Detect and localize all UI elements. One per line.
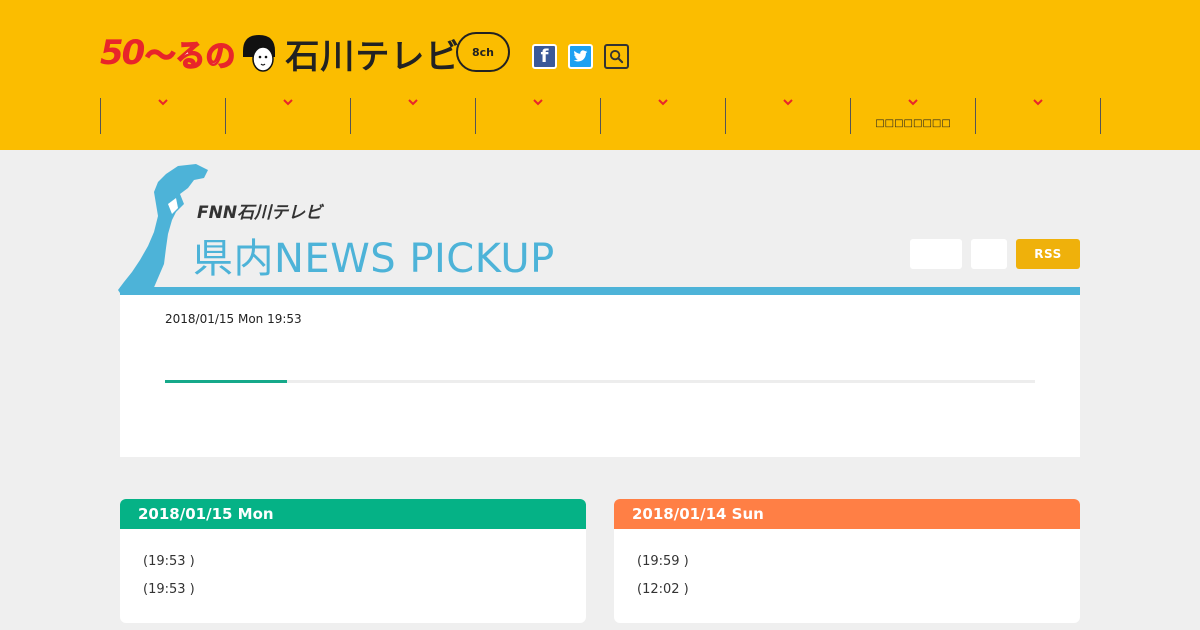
- mascot-icon: [239, 33, 279, 73]
- chevron-down-icon: [533, 98, 543, 108]
- chevron-down-icon: [908, 98, 918, 108]
- chevron-down-icon: [658, 98, 668, 108]
- fnn-brand: FNN石川テレビ: [197, 203, 323, 223]
- share-button-2[interactable]: [971, 239, 1007, 269]
- page-title: 県内NEWS PICKUP: [193, 236, 555, 282]
- date-card-2: 2018/01/14 Sun (19:59 ) (12:02 ): [614, 499, 1080, 623]
- rss-button[interactable]: RSS: [1016, 239, 1080, 269]
- date-card-header: 2018/01/15 Mon: [120, 499, 586, 529]
- facebook-icon[interactable]: f: [532, 44, 557, 69]
- nav-item-3[interactable]: [350, 98, 475, 134]
- logo-channel: 8ch: [456, 32, 510, 72]
- nav-item-1[interactable]: [100, 98, 225, 134]
- pickup-datetime: 2018/01/15 Mon 19:53: [165, 312, 302, 326]
- chevron-down-icon: [158, 98, 168, 108]
- site-header: 50 〜るの 石川テレビ 8ch f □□□□□□□□: [0, 0, 1200, 150]
- chevron-down-icon: [1033, 98, 1043, 108]
- nav-item-5[interactable]: [600, 98, 725, 134]
- chevron-down-icon: [783, 98, 793, 108]
- news-item[interactable]: (12:02 ): [637, 582, 689, 597]
- nav-item-4[interactable]: [475, 98, 600, 134]
- twitter-icon[interactable]: [568, 44, 593, 69]
- logo-station: 石川テレビ: [285, 36, 461, 77]
- pickup-slider: 2018/01/15 Mon 19:53: [120, 295, 1080, 457]
- main-nav: □□□□□□□□: [100, 98, 1101, 134]
- site-logo[interactable]: 50 〜るの 石川テレビ 8ch: [100, 30, 510, 77]
- nav-item-8[interactable]: [975, 98, 1100, 134]
- date-card-header: 2018/01/14 Sun: [614, 499, 1080, 529]
- news-item[interactable]: (19:59 ): [637, 554, 689, 569]
- slider-progress-track: [165, 380, 1035, 383]
- logo-runo: 〜るの: [145, 38, 237, 75]
- slider-progress-fill: [165, 380, 287, 383]
- chevron-down-icon: [408, 98, 418, 108]
- title-divider: [120, 287, 1080, 295]
- nav-label: □□□□□□□□: [875, 118, 951, 129]
- nav-item-6[interactable]: [725, 98, 850, 134]
- logo-anniversary: 50: [100, 33, 145, 73]
- search-icon[interactable]: [604, 44, 629, 69]
- nav-item-7[interactable]: □□□□□□□□: [850, 98, 975, 134]
- chevron-down-icon: [283, 98, 293, 108]
- date-card-1: 2018/01/15 Mon (19:53 ) (19:53 ): [120, 499, 586, 623]
- share-button-1[interactable]: [910, 239, 962, 269]
- news-item[interactable]: (19:53 ): [143, 554, 195, 569]
- news-item[interactable]: (19:53 ): [143, 582, 195, 597]
- nav-item-2[interactable]: [225, 98, 350, 134]
